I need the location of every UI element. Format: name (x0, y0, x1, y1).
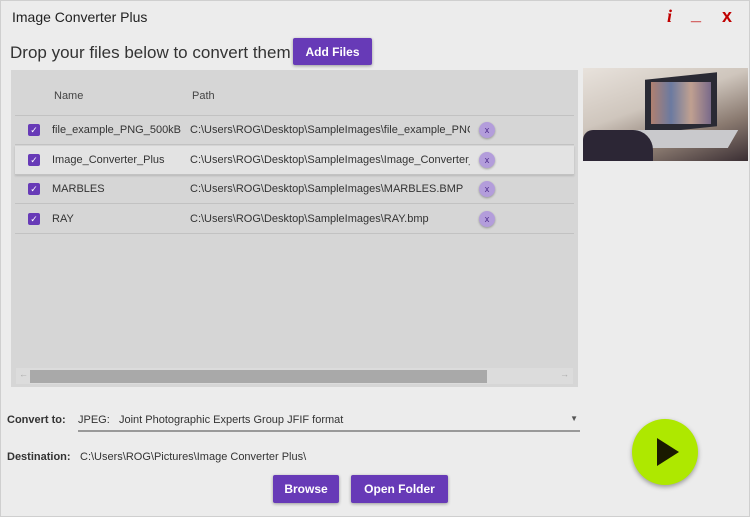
destination-label: Destination: (7, 451, 71, 463)
format-dropdown[interactable]: JPEG: Joint Photographic Experts Group J… (78, 409, 580, 432)
remove-file-button[interactable]: x (479, 122, 495, 138)
add-files-button[interactable]: Add Files (293, 38, 372, 65)
close-button[interactable]: x (722, 6, 732, 27)
browse-button[interactable]: Browse (273, 475, 339, 503)
file-name: RAY (52, 212, 74, 225)
chevron-down-icon: ▼ (570, 414, 578, 423)
file-name: MARBLES (52, 183, 105, 195)
file-name: Image_Converter_Plus (52, 153, 165, 166)
destination-path: C:\Users\ROG\Pictures\Image Converter Pl… (80, 451, 307, 463)
format-value: JPEG: Joint Photographic Experts Group J… (78, 414, 344, 426)
app-title: Image Converter Plus (12, 9, 148, 25)
row-checkbox[interactable]: ✓ (28, 212, 40, 225)
preview-image (583, 68, 748, 161)
row-checkbox[interactable]: ✓ (28, 153, 40, 166)
remove-file-button[interactable]: x (479, 181, 495, 197)
scrollbar-thumb[interactable] (30, 370, 487, 383)
table-row[interactable]: ✓ file_example_PNG_500kB C:\Users\ROG\De… (15, 116, 574, 145)
table-row[interactable]: ✓ MARBLES C:\Users\ROG\Desktop\SampleIma… (15, 175, 574, 204)
remove-file-button[interactable]: x (479, 210, 495, 227)
convert-play-button[interactable] (632, 419, 698, 485)
file-name: file_example_PNG_500kB (52, 124, 182, 136)
file-path: C:\Users\ROG\Desktop\SampleImages\RAY.bm… (190, 212, 429, 225)
remove-file-button[interactable]: x (479, 151, 495, 168)
drop-instruction: Drop your files below to convert them or (10, 43, 311, 62)
scroll-left-icon[interactable]: ← (19, 369, 28, 379)
row-checkbox[interactable]: ✓ (28, 183, 40, 195)
info-icon[interactable]: i (667, 6, 672, 27)
table-row[interactable]: ✓ Image_Converter_Plus C:\Users\ROG\Desk… (15, 145, 574, 175)
table-row[interactable]: ✓ RAY C:\Users\ROG\Desktop\SampleImages\… (15, 205, 574, 234)
column-header-path[interactable]: Path (192, 90, 215, 102)
minimize-button[interactable]: _ (691, 4, 701, 25)
play-icon (657, 438, 679, 466)
file-path: C:\Users\ROG\Desktop\SampleImages\Image_… (190, 153, 470, 166)
horizontal-scrollbar[interactable]: ← → (16, 368, 573, 384)
open-folder-button[interactable]: Open Folder (351, 475, 448, 503)
file-grid[interactable]: Name Path ✓ file_example_PNG_500kB C:\Us… (11, 70, 578, 387)
scroll-right-icon[interactable]: → (560, 369, 569, 379)
file-path: C:\Users\ROG\Desktop\SampleImages\MARBLE… (190, 183, 464, 195)
file-path: C:\Users\ROG\Desktop\SampleImages\file_e… (190, 124, 470, 136)
column-header-name[interactable]: Name (54, 90, 83, 102)
row-checkbox[interactable]: ✓ (28, 124, 40, 136)
convert-to-label: Convert to: (7, 414, 66, 426)
